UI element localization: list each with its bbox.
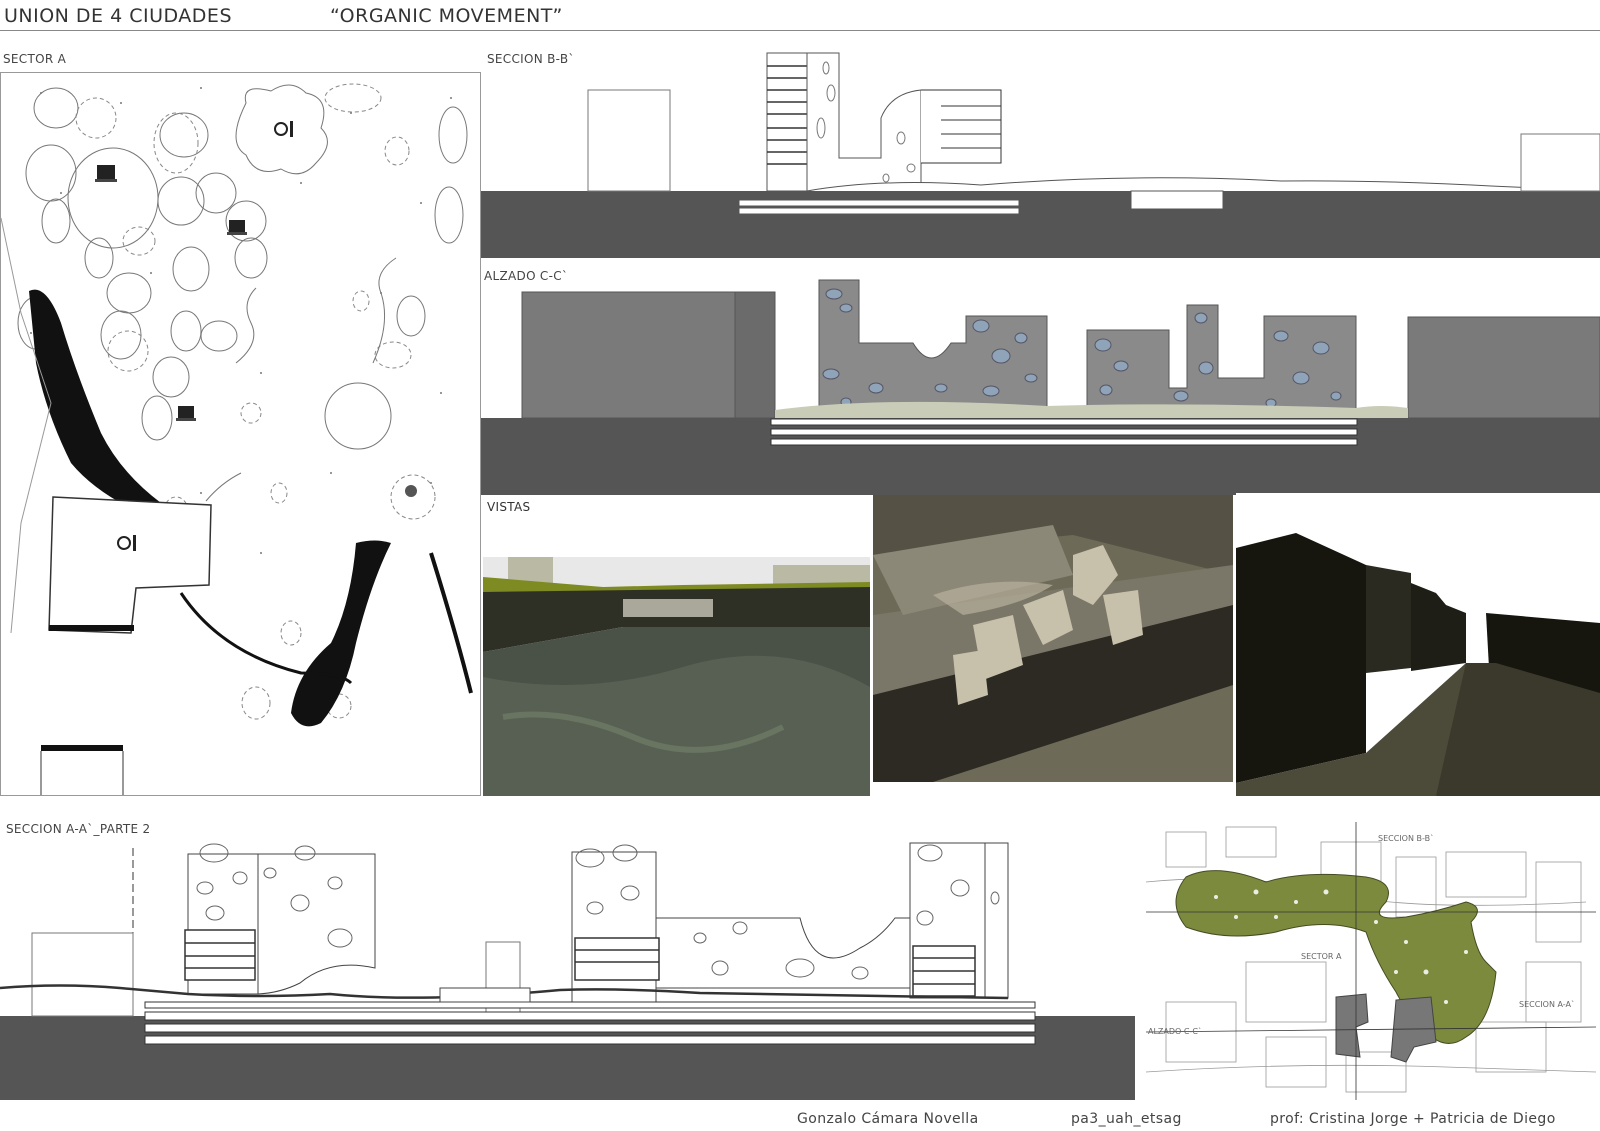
key-label-seccion-aa: SECCION A-A` bbox=[1519, 1000, 1575, 1009]
key-label-seccion-bb: SECCION B-B` bbox=[1378, 834, 1435, 843]
key-plan: SECCION B-B` SECTOR A SECCION A-A` ALZAD… bbox=[1146, 822, 1596, 1100]
seccion-bb-drawing bbox=[481, 48, 1600, 258]
key-label-alzado-cc: ALZADO C-C` bbox=[1148, 1027, 1202, 1036]
page-title: UNION DE 4 CIUDADES bbox=[4, 5, 232, 27]
view-render-aerial bbox=[873, 495, 1233, 782]
page-subtitle: “ORGANIC MOVEMENT” bbox=[330, 5, 563, 27]
sector-a-label: SECTOR A bbox=[3, 52, 67, 66]
view-render-street bbox=[1236, 493, 1600, 796]
course-credit: pa3_uah_etsag bbox=[1071, 1111, 1182, 1127]
view-render-canal bbox=[483, 557, 870, 796]
seccion-aa-drawing bbox=[0, 838, 1135, 1100]
vistas-label: VISTAS bbox=[487, 500, 531, 514]
alzado-cc-drawing bbox=[481, 278, 1600, 495]
author-credit: Gonzalo Cámara Novella bbox=[797, 1111, 979, 1127]
professors-credit: prof: Cristina Jorge + Patricia de Diego bbox=[1270, 1111, 1556, 1127]
seccion-aa-label: SECCION A-A`_PARTE 2 bbox=[6, 822, 151, 836]
key-label-sector-a: SECTOR A bbox=[1301, 952, 1342, 961]
sector-a-plan bbox=[0, 72, 481, 796]
header-divider bbox=[0, 30, 1600, 31]
